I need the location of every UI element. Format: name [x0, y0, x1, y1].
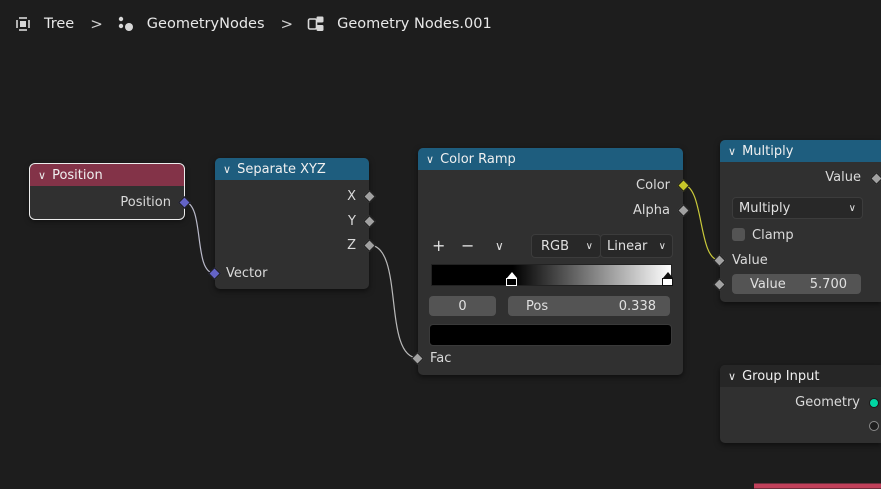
color-ramp-node[interactable]: ∨ Color Ramp Color Alpha + − ∨ RGB ∨ Lin… — [411, 148, 690, 375]
tree-view-icon — [15, 16, 31, 32]
breadcrumb-item-geometrynodes[interactable]: GeometryNodes — [117, 15, 265, 33]
dropdown-chevron-icon: ∨ — [848, 202, 856, 214]
value-number-field[interactable]: Value 5.700 — [732, 274, 861, 294]
breadcrumb-label: GeometryNodes — [146, 16, 265, 32]
node-header[interactable]: ∨ Multiply — [720, 140, 881, 162]
value-field-label: Value — [750, 276, 786, 292]
add-stop-button[interactable]: + — [432, 236, 445, 255]
color-ramp-gradient[interactable] — [431, 264, 672, 286]
link-position-to-vector — [183, 201, 215, 274]
stop-position-field[interactable]: Pos 0.338 — [508, 296, 670, 316]
output-label-color: Color — [636, 178, 670, 193]
node-title: Separate XYZ — [237, 161, 326, 177]
output-socket-alpha[interactable] — [677, 204, 690, 217]
position-node[interactable]: ∨ Position Position — [29, 163, 191, 220]
node-title: Group Input — [742, 368, 820, 384]
output-label-value: Value — [825, 170, 861, 185]
stop-index-field[interactable]: 0 — [429, 296, 496, 316]
input-socket-value-linked[interactable] — [713, 254, 726, 267]
position-field-label: Pos — [526, 298, 549, 314]
output-socket-geometry[interactable] — [869, 398, 879, 408]
collapse-chevron-icon[interactable]: ∨ — [223, 163, 231, 176]
input-socket-vector[interactable] — [208, 267, 221, 280]
ramp-stop-black[interactable] — [506, 272, 518, 286]
input-label-fac: Fac — [430, 351, 452, 366]
output-socket-x[interactable] — [363, 190, 376, 203]
breadcrumb-label: Tree — [44, 16, 75, 32]
node-title: Color Ramp — [440, 151, 516, 167]
output-label-geometry: Geometry — [795, 395, 860, 410]
breadcrumb-item-geometry-nodes-001[interactable]: Geometry Nodes.001 — [307, 15, 492, 33]
value-field-value: 5.700 — [809, 276, 847, 292]
group-input-node[interactable]: ∨ Group Input Geometry — [720, 365, 881, 443]
separate-xyz-node[interactable]: ∨ Separate XYZ X Y Z Vector — [208, 158, 376, 289]
multiply-node[interactable]: ∨ Multiply Value Multiply ∨ Clamp Value … — [713, 140, 881, 302]
node-header[interactable]: ∨ Color Ramp — [418, 148, 683, 170]
remove-stop-button[interactable]: − — [461, 236, 474, 255]
link-z-to-fac — [368, 244, 419, 359]
stop-color-swatch[interactable] — [429, 324, 672, 346]
input-label-value: Value — [732, 253, 768, 268]
node-title: Multiply — [742, 143, 794, 159]
operation-value: Multiply — [739, 200, 791, 216]
output-label-alpha: Alpha — [633, 203, 670, 218]
color-mode-dropdown[interactable]: RGB ∨ — [531, 234, 601, 258]
clamp-label: Clamp — [752, 228, 794, 243]
input-socket-value[interactable] — [713, 278, 726, 291]
output-label-position: Position — [120, 195, 171, 210]
output-label-z: Z — [347, 238, 356, 253]
collapse-chevron-icon[interactable]: ∨ — [38, 169, 46, 182]
output-socket-position[interactable] — [178, 196, 191, 209]
breadcrumb-separator: > — [90, 15, 103, 33]
collapse-chevron-icon[interactable]: ∨ — [728, 370, 736, 383]
color-mode-value: RGB — [541, 238, 570, 254]
output-socket-z[interactable] — [363, 239, 376, 252]
position-field-value: 0.338 — [618, 298, 656, 314]
math-operation-dropdown[interactable]: Multiply ∨ — [732, 197, 863, 219]
node-header[interactable]: ∨ Separate XYZ — [215, 158, 369, 180]
stop-index-value: 0 — [458, 298, 467, 314]
collapse-chevron-icon[interactable]: ∨ — [426, 153, 434, 166]
output-socket-color[interactable] — [677, 179, 690, 192]
output-socket-value[interactable] — [870, 172, 881, 185]
node-tree-icon — [307, 16, 324, 31]
output-socket-empty[interactable] — [869, 421, 879, 431]
output-label-x: X — [347, 189, 356, 204]
node-header[interactable]: ∨ Position — [30, 164, 184, 186]
node-header[interactable]: ∨ Group Input — [720, 365, 881, 387]
output-label-y: Y — [348, 214, 356, 229]
interpolation-dropdown[interactable]: Linear ∨ — [600, 234, 673, 258]
link-color-to-value — [682, 184, 720, 261]
breadcrumb: Tree > GeometryNodes > Geometry Nodes.00… — [14, 12, 492, 36]
dropdown-chevron-icon: ∨ — [658, 240, 666, 252]
geometry-nodes-icon — [118, 16, 133, 31]
dropdown-chevron-icon: ∨ — [585, 240, 593, 252]
breadcrumb-separator: > — [280, 15, 294, 33]
input-label-vector: Vector — [226, 266, 268, 281]
interpolation-value: Linear — [607, 238, 648, 254]
breadcrumb-item-tree[interactable]: Tree — [14, 15, 74, 33]
collapse-chevron-icon[interactable]: ∨ — [728, 145, 736, 158]
ramp-options-chevron-icon[interactable]: ∨ — [495, 239, 504, 253]
input-socket-fac[interactable] — [411, 352, 424, 365]
node-title: Position — [52, 167, 103, 183]
breadcrumb-label: Geometry Nodes.001 — [337, 16, 492, 32]
ramp-stop-white[interactable] — [662, 272, 674, 286]
clamp-checkbox[interactable] — [732, 228, 745, 241]
output-socket-y[interactable] — [363, 215, 376, 228]
